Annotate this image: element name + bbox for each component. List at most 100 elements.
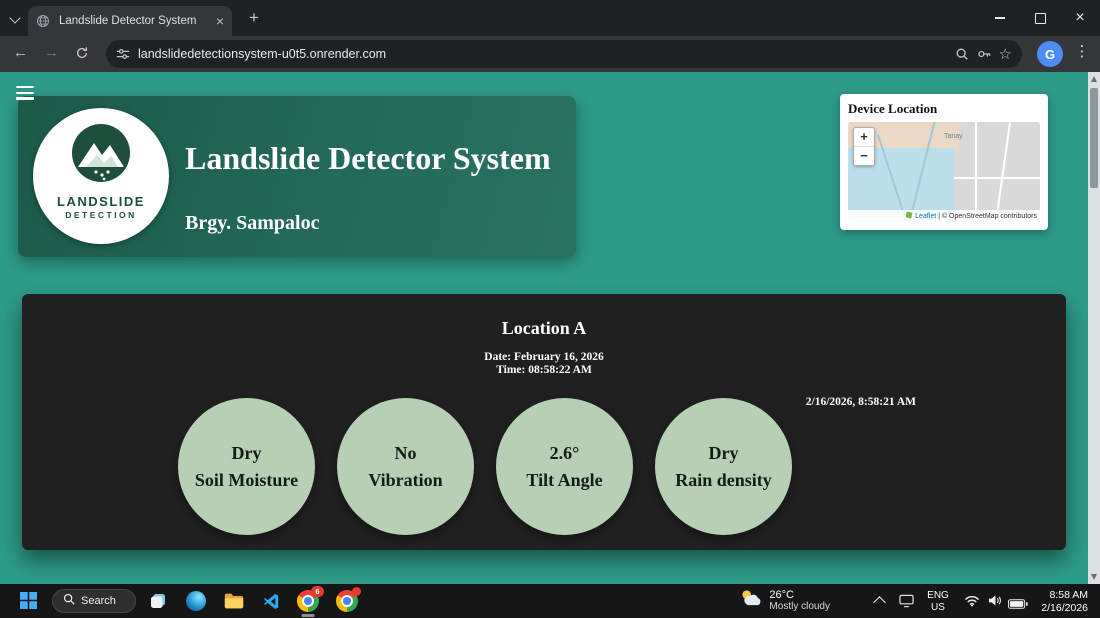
taskbar-clock[interactable]: 8:58 AM 2/16/2026	[1041, 589, 1088, 615]
leaflet-link[interactable]: Leaflet	[915, 213, 936, 220]
map-place-label: Tanay	[944, 133, 963, 140]
tab-search-chevron-icon[interactable]	[7, 11, 23, 27]
device-location-card: Device Location Tanay + − Leaflet | © Op…	[840, 94, 1048, 230]
tab-strip: Landslide Detector System × + ×	[0, 0, 1100, 36]
window-close-button[interactable]: ×	[1060, 0, 1100, 36]
map-card-title: Device Location	[848, 101, 938, 116]
password-key-icon[interactable]	[977, 47, 991, 61]
new-tab-button[interactable]: +	[244, 8, 264, 28]
time-line: Time: 08:58:22 AM	[496, 364, 592, 376]
sensor-label: Vibration	[368, 469, 443, 490]
scrollbar-thumb[interactable]	[1090, 88, 1098, 188]
language-indicator[interactable]: ENG US	[922, 590, 954, 613]
hamburger-bar	[16, 97, 34, 100]
site-settings-icon[interactable]	[116, 47, 130, 61]
window-minimize-button[interactable]	[980, 0, 1020, 36]
browser-window: Landslide Detector System × + × ← → land…	[0, 0, 1100, 618]
edge-icon[interactable]	[186, 591, 206, 611]
globe-favicon-icon	[36, 14, 51, 29]
menu-hamburger-icon[interactable]	[16, 86, 34, 100]
page-title: Landslide Detector System	[185, 140, 551, 176]
sensor-circles-row: Dry Soil Moisture No Vibration 2.6° Tilt…	[178, 398, 792, 535]
logo-text-line1: LANDSLIDE	[57, 194, 145, 209]
battery-icon[interactable]	[1008, 596, 1028, 614]
search-icon	[63, 592, 75, 610]
chevron-up-icon	[873, 596, 886, 609]
landslide-logo: LANDSLIDE DETECTION	[33, 108, 169, 244]
hamburger-bar	[16, 91, 34, 94]
chrome-notification-badge: 6	[311, 586, 324, 597]
header-card: LANDSLIDE DETECTION Landslide Detector S…	[18, 96, 576, 257]
sensor-label: Rain density	[675, 469, 772, 490]
leaflet-logo-icon	[905, 211, 913, 221]
sensor-soil-moisture: Dry Soil Moisture	[178, 398, 315, 535]
weather-widget[interactable]: 26°C Mostly cloudy	[738, 588, 830, 612]
clock-date: 2/16/2026	[1041, 602, 1088, 615]
tray-chevron-up-icon[interactable]	[873, 596, 886, 609]
last-reading-timestamp: 2/16/2026, 8:58:21 AM	[805, 396, 916, 408]
tab-close-icon[interactable]: ×	[216, 14, 224, 28]
taskbar-search[interactable]: Search	[52, 589, 136, 613]
volume-icon[interactable]	[987, 594, 1002, 612]
browser-menu-icon[interactable]: ⋮	[1073, 42, 1091, 66]
chrome-secondary-icon[interactable]	[336, 587, 361, 612]
start-button[interactable]	[20, 592, 37, 614]
vscode-icon[interactable]	[262, 592, 281, 616]
weather-condition: Mostly cloudy	[769, 600, 830, 612]
browser-tab[interactable]: Landslide Detector System ×	[28, 6, 232, 36]
scroll-down-arrow-icon[interactable]	[1090, 574, 1097, 580]
hamburger-bar	[16, 86, 34, 89]
back-button[interactable]: ←	[13, 45, 28, 61]
osm-attribution-text[interactable]: | © OpenStreetMap contributors	[938, 213, 1037, 220]
zoom-magnifier-icon[interactable]	[955, 47, 969, 61]
map-road-line	[953, 177, 1040, 179]
edge-logo	[186, 591, 206, 611]
window-controls: ×	[980, 0, 1100, 36]
logo-text-line2: DETECTION	[65, 210, 137, 220]
bookmark-star-icon[interactable]: ☆	[999, 47, 1012, 62]
location-title: Location A	[501, 318, 587, 338]
task-view-button[interactable]	[148, 591, 168, 616]
forward-button[interactable]: →	[44, 45, 59, 61]
weather-temp: 26°C	[769, 588, 794, 601]
weather-text: 26°C Mostly cloudy	[769, 589, 830, 612]
map-zoom-in-button[interactable]: +	[854, 128, 874, 147]
scroll-up-arrow-icon[interactable]	[1090, 76, 1097, 82]
search-label: Search	[81, 595, 116, 607]
date-line: Date: February 16, 2026	[484, 351, 604, 363]
tab-title: Landslide Detector System	[59, 15, 197, 27]
map-zoom-control: + −	[853, 127, 875, 166]
window-maximize-button[interactable]	[1020, 0, 1060, 36]
minimize-icon	[995, 17, 1005, 19]
file-explorer-icon[interactable]	[223, 590, 245, 617]
language-line1: ENG	[927, 590, 949, 601]
chrome-icon[interactable]: 6	[297, 586, 324, 617]
page-content: LANDSLIDE DETECTION Landslide Detector S…	[0, 72, 1100, 584]
leaflet-map[interactable]: Tanay + − Leaflet | © OpenStreetMap cont…	[848, 122, 1040, 222]
tray-app-icon[interactable]	[899, 594, 914, 613]
profile-avatar[interactable]: G	[1037, 41, 1063, 67]
reload-button[interactable]	[75, 46, 89, 64]
language-line2: US	[931, 601, 945, 613]
page-subtitle: Brgy. Sampaloc	[185, 212, 320, 234]
address-bar[interactable]: landslidedetectionsystem-u0t5.onrender.c…	[106, 40, 1022, 68]
cloud-weather-icon	[738, 588, 763, 612]
sensor-value: Dry	[708, 442, 739, 463]
sensor-rain-density: Dry Rain density	[655, 398, 792, 535]
url-text: landslidedetectionsystem-u0t5.onrender.c…	[138, 47, 387, 61]
map-road-line	[974, 122, 977, 222]
sensor-tilt-angle: 2.6° Tilt Angle	[496, 398, 633, 535]
sensor-label: Soil Moisture	[194, 469, 299, 490]
windows-taskbar: Search 6 26°C Mostly cloudy ENG US 8:58 …	[0, 584, 1100, 618]
sensor-value: Dry	[231, 442, 262, 463]
map-zoom-out-button[interactable]: −	[854, 147, 874, 165]
wifi-icon[interactable]	[964, 594, 980, 612]
sensor-panel: Location A Date: February 16, 2026 Time:…	[22, 294, 1066, 550]
chevron-down-icon	[9, 11, 21, 24]
sensor-vibration: No Vibration	[337, 398, 474, 535]
sensor-label: Tilt Angle	[526, 469, 603, 490]
maximize-icon	[1034, 12, 1046, 24]
page-scrollbar[interactable]	[1088, 72, 1100, 584]
sensor-value: No	[394, 442, 417, 463]
map-attribution: Leaflet | © OpenStreetMap contributors	[848, 210, 1040, 222]
